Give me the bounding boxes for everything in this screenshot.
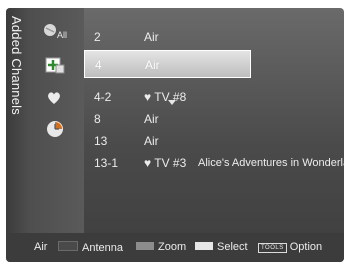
channel-name: ♥ TV #8 (144, 90, 187, 104)
channel-row[interactable]: 13 Air (92, 130, 344, 152)
channel-name: Air (145, 58, 160, 72)
select-label: Select (217, 241, 248, 253)
title-strip: Added Channels (6, 8, 28, 233)
channel-row[interactable]: 8 Air (92, 108, 344, 130)
zoom-label: Zoom (158, 241, 187, 253)
channel-row[interactable]: 13-1 ♥ TV #3 Alice's Adventures in Wonde… (92, 152, 344, 174)
antenna-guide[interactable]: Antenna (58, 241, 123, 254)
all-channels-icon[interactable]: All (41, 20, 77, 44)
green-button-icon (136, 242, 154, 250)
yellow-button-icon (195, 242, 213, 250)
option-guide[interactable]: TOOLS Option (258, 241, 322, 253)
menu-title: Added Channels (9, 16, 24, 115)
channel-number: 13 (94, 134, 108, 148)
channel-mode-column: All (28, 8, 84, 233)
button-guide-bar: Air Antenna Zoom Select TOOLS Option (6, 233, 344, 262)
channel-number: 4-2 (94, 90, 112, 104)
channel-name: Air (144, 134, 159, 148)
channel-program: Alice's Adventures in Wonderland (198, 157, 344, 169)
source-label: Air (34, 241, 48, 253)
added-channels-icon[interactable] (44, 54, 66, 76)
favorites-heart-icon[interactable] (46, 90, 62, 106)
channel-number: 8 (94, 112, 101, 126)
select-guide[interactable]: Select (195, 241, 248, 253)
channel-number: 2 (94, 30, 101, 44)
channel-row-selected[interactable]: 4 Air (84, 50, 251, 78)
all-channels-label: All (57, 30, 67, 40)
channel-list-panel: Added Channels All 2 Air 4 Air 4-2 ♥ TV … (6, 8, 344, 262)
channel-list: 2 Air 4 Air 4-2 ♥ TV #8 8 Air 13 Air 13-… (84, 26, 344, 174)
zoom-guide[interactable]: Zoom (136, 241, 186, 253)
channel-name: Air (144, 112, 159, 126)
channel-name: Air (144, 30, 159, 44)
channel-row[interactable]: 4-2 ♥ TV #8 (92, 86, 344, 108)
channel-number: 4 (95, 58, 102, 72)
antenna-label: Antenna (82, 242, 123, 254)
tv-menu-screen: Added Channels All 2 Air 4 Air 4-2 ♥ TV … (0, 0, 352, 268)
programmed-clock-icon[interactable] (46, 120, 64, 138)
channel-row[interactable]: 2 Air (92, 26, 344, 50)
channel-number: 13-1 (94, 156, 119, 170)
channel-name: ♥ TV #3 (144, 156, 187, 170)
option-label: Option (289, 241, 323, 253)
tools-button-icon: TOOLS (258, 243, 287, 253)
red-button-icon (58, 241, 78, 251)
